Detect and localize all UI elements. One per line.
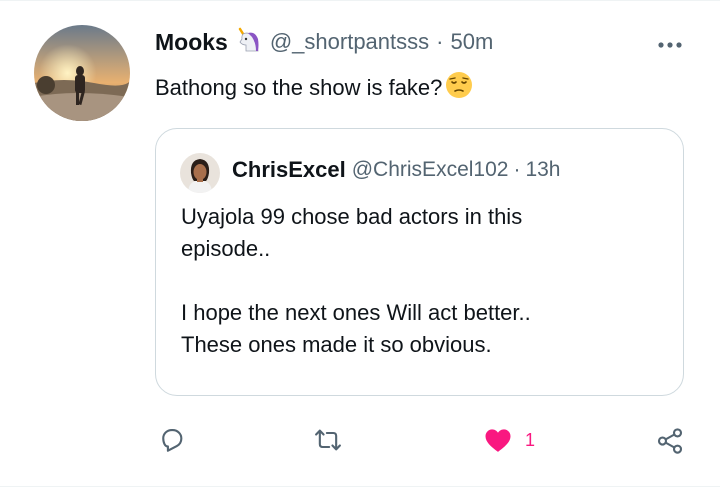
share-icon bbox=[657, 428, 683, 454]
quoted-tweet-text: Uyajola 99 chose bad actors in this epis… bbox=[181, 201, 661, 361]
bottom-divider bbox=[0, 486, 720, 487]
like-button[interactable]: 1 bbox=[483, 426, 535, 454]
separator-dot: · bbox=[436, 29, 444, 54]
quoted-tweet-header: ChrisExcel @ChrisExcel102 · 13h bbox=[232, 157, 561, 183]
quoted-separator-dot: · bbox=[513, 158, 521, 181]
quoted-timestamp[interactable]: 13h bbox=[525, 158, 560, 182]
author-handle[interactable]: @_shortpantsss bbox=[270, 29, 429, 55]
tweet-header: Mooks @_shortpantsss · 50m bbox=[155, 27, 493, 57]
quoted-text-line: I hope the next ones Will act better.. bbox=[181, 300, 531, 325]
tweet-text-content: Bathong so the show is fake? bbox=[155, 75, 443, 100]
reply-icon bbox=[162, 429, 183, 452]
more-dots-icon bbox=[658, 42, 682, 48]
tweet-card[interactable]: Mooks @_shortpantsss · 50m Bathong so th… bbox=[0, 0, 720, 490]
retweet-button[interactable] bbox=[314, 426, 342, 454]
author-avatar[interactable] bbox=[34, 25, 130, 121]
tweet-text: Bathong so the show is fake? bbox=[155, 70, 474, 106]
heart-icon bbox=[485, 429, 511, 452]
top-divider bbox=[0, 0, 720, 1]
quoted-author-handle[interactable]: @ChrisExcel102 bbox=[352, 158, 509, 182]
quoted-author-avatar[interactable] bbox=[180, 153, 220, 193]
more-options-button[interactable] bbox=[652, 30, 688, 60]
quoted-text-line: These ones made it so obvious. bbox=[181, 332, 492, 357]
like-count: 1 bbox=[525, 429, 536, 450]
author-name[interactable]: Mooks bbox=[155, 29, 228, 56]
pensive-face-icon bbox=[444, 70, 474, 106]
quoted-tweet[interactable]: ChrisExcel @ChrisExcel102 · 13h Uyajola … bbox=[155, 128, 684, 396]
tweet-actions-bar: 1 bbox=[0, 420, 720, 460]
quoted-author-name[interactable]: ChrisExcel bbox=[232, 157, 346, 183]
quoted-text-line: episode.. bbox=[181, 236, 271, 261]
share-button[interactable] bbox=[655, 426, 685, 456]
retweet-icon bbox=[315, 429, 341, 451]
reply-button[interactable] bbox=[158, 426, 186, 454]
quoted-text-line: Uyajola 99 chose bad actors in this bbox=[181, 204, 523, 229]
unicorn-emoji-icon bbox=[232, 25, 262, 60]
tweet-timestamp[interactable]: 50m bbox=[450, 29, 493, 55]
